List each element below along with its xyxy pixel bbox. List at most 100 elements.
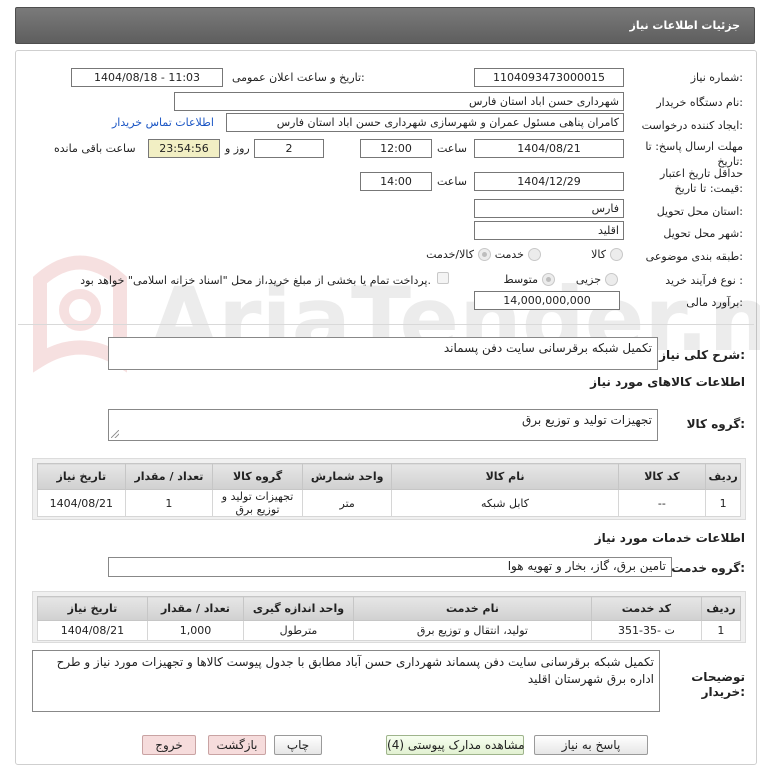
process-small-radio[interactable] (605, 273, 618, 286)
goods-cell-group: تجهیزات تولید و توزیع برق (212, 489, 303, 517)
category-option-service[interactable]: خدمت (490, 247, 550, 263)
services-col-date: تاریخ نیاز (37, 596, 148, 621)
services-cell-unit: مترطول (243, 620, 354, 641)
goods-cell-unit: متر (301, 489, 393, 517)
exit-button[interactable]: خروج (142, 735, 196, 755)
buyer-field: شهرداری حسن اباد استان فارس (174, 92, 624, 111)
process-small-label: جزیی (575, 273, 601, 286)
goods-cell-row: 1 (705, 489, 741, 517)
treasury-checkbox[interactable] (437, 272, 449, 284)
services-col-qty: تعداد / مقدار (146, 596, 245, 621)
treasury-note: پرداخت تمام یا بخشی از مبلغ خرید،از محل … (80, 274, 431, 287)
days-label: روز و (225, 142, 250, 155)
respond-button[interactable]: پاسخ به نیاز (534, 735, 648, 755)
category-goods-radio[interactable] (610, 248, 623, 261)
city-label: شهر محل تحویل: (663, 227, 743, 240)
goods-group-text: تجهیزات تولید و توزیع برق (522, 413, 652, 427)
need-number-field: 1104093473000015 (474, 68, 624, 87)
page-title: جزئیات اطلاعات نیاز (629, 19, 741, 32)
resize-grip-icon[interactable] (111, 430, 119, 438)
days-field: 2 (254, 139, 324, 158)
notes-label-2: خریدار: (701, 685, 745, 699)
remaining-time-field: 23:54:56 (148, 139, 220, 158)
goods-col-code: کد کالا (617, 463, 707, 490)
notes-text: تکمیل شبکه برقرسانی سایت دفن پسماند شهرد… (56, 655, 654, 686)
services-col-row: ردیف (700, 596, 742, 621)
services-col-code: کد خدمت (590, 596, 702, 621)
goods-col-unit: واحد شمارش (301, 463, 393, 490)
services-table-wrap: ردیف کد خدمت نام خدمت واحد اندازه گیری ت… (32, 591, 746, 643)
category-option-goods-service[interactable]: کالا/خدمت (412, 247, 494, 263)
creator-field: کامران پناهی مسئول عمران و شهرسازی شهردا… (226, 113, 624, 132)
services-cell-name: تولید، انتقال و توزیع برق (352, 620, 592, 641)
services-cell-qty: 1,000 (146, 620, 245, 641)
validity-time-label: ساعت (437, 175, 467, 188)
validity-date-field: 1404/12/29 (474, 172, 624, 191)
remaining-label: ساعت باقی مانده (54, 142, 136, 155)
services-table-header: ردیف کد خدمت نام خدمت واحد اندازه گیری ت… (37, 596, 742, 621)
services-cell-code: ت -35-351 (590, 620, 702, 641)
summary-text: تکمیل شبکه برقرسانی سایت دفن پسماند (443, 341, 652, 355)
goods-col-row: ردیف (705, 463, 741, 490)
services-cell-date: 1404/08/21 (37, 620, 148, 641)
table-row: 1 -- کابل شبکه متر تجهیزات تولید و توزیع… (37, 489, 741, 517)
category-option-goods[interactable]: کالا (568, 247, 628, 263)
goods-cell-date: 1404/08/21 (37, 489, 126, 517)
process-medium-label: متوسط (503, 273, 538, 286)
deadline-time-field: 12:00 (360, 139, 432, 158)
buyer-label: نام دستگاه خریدار: (656, 96, 743, 109)
summary-label: شرح کلی نیاز: (659, 348, 745, 362)
estimate-label: برآورد مالی: (686, 296, 743, 309)
buyer-contact-link[interactable]: اطلاعات تماس خریدار (112, 116, 214, 129)
goods-table-header: ردیف کد کالا نام کالا واحد شمارش گروه کا… (37, 463, 741, 490)
category-label: طبقه بندی موضوعی: (645, 250, 743, 263)
services-col-name: نام خدمت (352, 596, 592, 621)
province-field: فارس (474, 199, 624, 218)
goods-col-name: نام کالا (391, 463, 619, 490)
deadline-date-field: 1404/08/21 (474, 139, 624, 158)
validity-label-date: قیمت: تا تاریخ: (674, 182, 743, 195)
category-goods-label: کالا (591, 248, 606, 261)
category-service-radio[interactable] (528, 248, 541, 261)
services-col-unit: واحد اندازه گیری (243, 596, 354, 621)
goods-cell-qty: 1 (124, 489, 214, 517)
goods-col-group: گروه کالا (212, 463, 303, 490)
goods-cell-code: -- (617, 489, 707, 517)
goods-col-date: تاریخ نیاز (37, 463, 126, 490)
process-option-small[interactable]: جزیی (565, 272, 625, 288)
deadline-label: مهلت ارسال پاسخ: تا (645, 140, 743, 153)
divider (18, 324, 754, 325)
validity-time-field: 14:00 (360, 172, 432, 191)
services-group-textarea: تامین برق، گاز، بخار و تهویه هوا (108, 557, 672, 577)
announce-field: 1404/08/18 - 11:03 (71, 68, 223, 87)
category-goods-service-label: کالا/خدمت (426, 248, 474, 261)
validity-label: حداقل تاریخ اعتبار (659, 167, 743, 180)
announce-label: تاریخ و ساعت اعلان عمومی: (232, 71, 365, 84)
goods-cell-name: کابل شبکه (391, 489, 619, 517)
category-service-label: خدمت (494, 248, 524, 261)
goods-group-textarea: تجهیزات تولید و توزیع برق (108, 409, 658, 441)
goods-table-wrap: ردیف کد کالا نام کالا واحد شمارش گروه کا… (32, 458, 746, 520)
goods-section-title: اطلاعات کالاهای مورد نیاز (590, 375, 745, 389)
services-group-label: گروه خدمت: (671, 561, 745, 575)
back-button[interactable]: بازگشت (208, 735, 266, 755)
summary-textarea: تکمیل شبکه برقرسانی سایت دفن پسماند (108, 337, 658, 370)
services-group-text: تامین برق، گاز، بخار و تهویه هوا (507, 559, 666, 573)
category-goods-service-radio[interactable] (478, 248, 491, 261)
process-option-medium[interactable]: متوسط (490, 272, 558, 288)
process-medium-radio[interactable] (542, 273, 555, 286)
print-button[interactable]: چاپ (274, 735, 322, 755)
notes-label: توضیحات (691, 670, 745, 684)
goods-group-label: گروه کالا: (686, 417, 745, 431)
need-number-label: شماره نیاز: (690, 71, 743, 84)
province-label: استان محل تحویل: (656, 205, 743, 218)
services-cell-row: 1 (700, 620, 742, 641)
estimate-field: 14,000,000,000 (474, 291, 620, 310)
goods-col-qty: تعداد / مقدار (124, 463, 214, 490)
city-field: اقلید (474, 221, 624, 240)
services-section-title: اطلاعات خدمات مورد نیاز (594, 531, 745, 545)
view-attachments-button[interactable]: مشاهده مدارک پیوستی (4) (386, 735, 525, 755)
page-header: جزئیات اطلاعات نیاز (15, 7, 755, 44)
goods-table: ردیف کد کالا نام کالا واحد شمارش گروه کا… (37, 463, 741, 517)
services-table: ردیف کد خدمت نام خدمت واحد اندازه گیری ت… (37, 596, 742, 641)
